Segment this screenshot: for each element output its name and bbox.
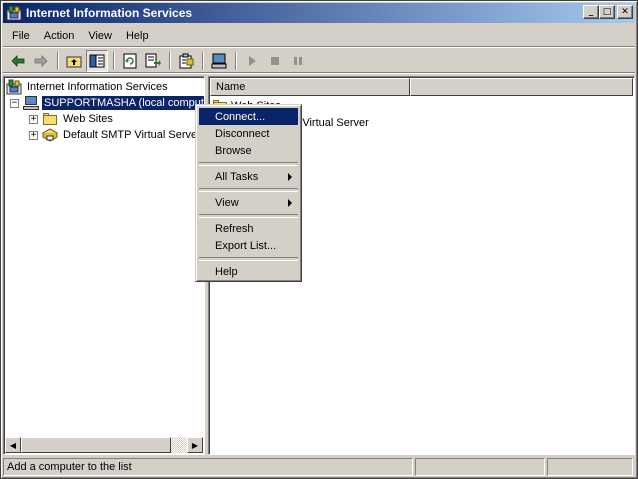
toolbar-separator	[202, 51, 204, 70]
menu-view[interactable]: View	[81, 27, 119, 45]
menu-disconnect-label: Disconnect	[215, 127, 270, 140]
minimize-button[interactable]: _	[583, 5, 599, 19]
status-panel-3	[547, 458, 633, 476]
menu-action[interactable]: Action	[37, 27, 82, 45]
tree-root[interactable]: Internet Information Services	[6, 79, 170, 95]
expand-icon[interactable]: +	[29, 130, 38, 140]
window-title: Internet Information Services	[26, 6, 193, 20]
status-panel-2	[415, 458, 545, 476]
menu-browse-label: Browse	[215, 144, 252, 157]
folder-icon	[42, 111, 58, 127]
submenu-arrow-icon	[288, 173, 292, 181]
menu-all-tasks-label: All Tasks	[215, 170, 259, 183]
pause-icon[interactable]	[287, 50, 309, 72]
toolbar-separator	[57, 51, 59, 70]
title-bar[interactable]: Internet Information Services _ □ ✕	[3, 3, 635, 23]
scroll-track[interactable]	[21, 437, 187, 453]
iis-app-icon[interactable]	[6, 5, 22, 21]
close-button[interactable]: ✕	[617, 5, 633, 19]
menu-help-item[interactable]: Help	[199, 263, 298, 280]
menu-separator	[199, 159, 298, 168]
menu-separator	[199, 254, 298, 263]
menu-connect-label: Connect...	[215, 110, 266, 123]
menu-disconnect[interactable]: Disconnect	[199, 125, 298, 142]
properties-icon[interactable]	[175, 50, 197, 72]
tree-computer-label: SUPPORTMASHA (local computer)	[42, 96, 204, 110]
collapse-icon[interactable]: −	[10, 98, 19, 108]
tree-smtp-server[interactable]: + Default SMTP Virtual Server	[29, 127, 203, 143]
up-folder-icon[interactable]	[63, 50, 85, 72]
caption-buttons: _ □ ✕	[583, 5, 633, 19]
menu-export-list-label: Export List...	[215, 239, 277, 252]
menu-connect[interactable]: Connect...	[199, 108, 298, 125]
expand-icon[interactable]: +	[29, 114, 38, 124]
forward-arrow-icon[interactable]	[30, 50, 52, 72]
scroll-thumb[interactable]	[21, 437, 171, 453]
computer-node-icon	[23, 95, 39, 111]
toolbar-separator	[235, 51, 237, 70]
tree-computer[interactable]: − SUPPORTMASHA (local computer)	[10, 95, 204, 111]
scroll-left-button[interactable]: ◀	[5, 437, 21, 453]
maximize-button[interactable]: □	[599, 5, 615, 19]
toolbar	[3, 49, 635, 73]
play-icon[interactable]	[241, 50, 263, 72]
stop-icon[interactable]	[264, 50, 286, 72]
show-hide-tree-icon[interactable]	[86, 49, 108, 72]
menu-all-tasks[interactable]: All Tasks	[199, 168, 298, 185]
status-bar: Add a computer to the list	[3, 458, 635, 477]
context-menu: Connect... Disconnect Browse All Tasks V…	[195, 104, 302, 282]
tree-web-sites-label: Web Sites	[63, 113, 113, 125]
menu-export-list[interactable]: Export List...	[199, 237, 298, 254]
iis-root-icon	[6, 79, 22, 95]
menu-refresh[interactable]: Refresh	[199, 220, 298, 237]
horizontal-scrollbar[interactable]: ◀ ▶	[5, 437, 203, 453]
back-arrow-icon[interactable]	[7, 50, 29, 72]
column-name-header[interactable]: Name	[210, 78, 410, 96]
status-text: Add a computer to the list	[3, 458, 413, 476]
menu-view-label: View	[215, 196, 239, 209]
tree-root-label: Internet Information Services	[27, 81, 168, 93]
menu-refresh-label: Refresh	[215, 222, 254, 235]
menu-separator	[199, 211, 298, 220]
toolbar-separator	[113, 51, 115, 70]
menu-separator	[199, 185, 298, 194]
menu-help-label: Help	[215, 265, 238, 278]
menu-browse[interactable]: Browse	[199, 142, 298, 159]
menu-view-sub[interactable]: View	[199, 194, 298, 211]
computer-icon[interactable]	[208, 50, 230, 72]
scroll-right-button[interactable]: ▶	[187, 437, 203, 453]
tree-pane[interactable]: Internet Information Services − SUPPORTM…	[3, 76, 205, 455]
smtp-server-icon	[41, 127, 59, 143]
tree-web-sites[interactable]: + Web Sites	[29, 111, 115, 127]
export-list-icon[interactable]	[142, 50, 164, 72]
tree-smtp-label: Default SMTP Virtual Server	[63, 129, 201, 141]
menu-help[interactable]: Help	[119, 27, 156, 45]
menu-file[interactable]: File	[5, 27, 37, 45]
refresh-icon[interactable]	[119, 50, 141, 72]
column-empty-header[interactable]	[410, 78, 633, 96]
column-header: Name	[210, 78, 633, 96]
iis-window: Internet Information Services _ □ ✕ File…	[0, 0, 638, 479]
submenu-arrow-icon	[288, 199, 292, 207]
toolbar-separator	[169, 51, 171, 70]
menu-bar: File Action View Help	[3, 25, 635, 47]
